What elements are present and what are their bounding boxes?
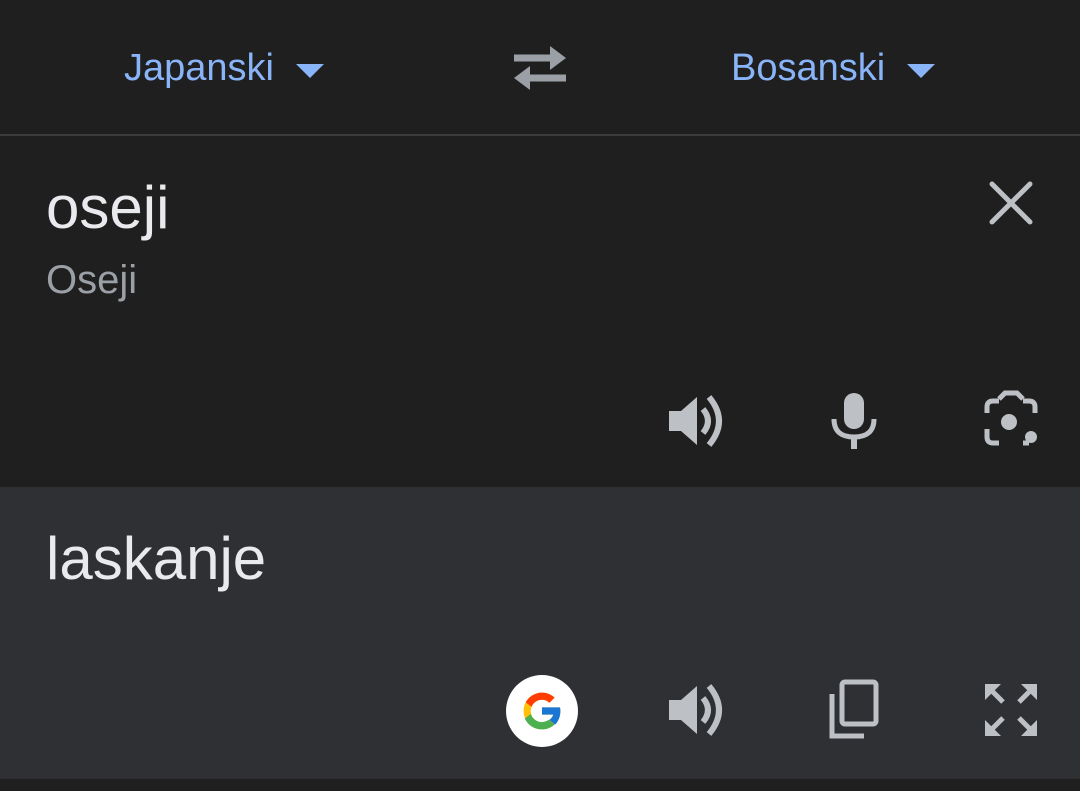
camera-lens-icon: [984, 390, 1038, 446]
swap-arrows-icon: [514, 46, 566, 90]
fullscreen-icon: [985, 684, 1037, 736]
caret-down-icon: [907, 64, 936, 78]
fullscreen-button[interactable]: [979, 678, 1043, 742]
clear-input-button[interactable]: [982, 174, 1040, 232]
google-logo-icon: [523, 692, 562, 730]
camera-translate-button[interactable]: [979, 389, 1043, 453]
swap-languages-button[interactable]: [508, 40, 572, 92]
target-language-label: Bosanski: [731, 46, 886, 89]
speaker-icon: [669, 684, 722, 736]
target-language-selector[interactable]: Bosanski: [731, 44, 936, 92]
source-transliteration: Oseji: [46, 258, 138, 302]
microphone-icon: [831, 393, 877, 449]
copy-icon: [829, 679, 879, 739]
input-panel: oseji Oseji: [0, 136, 1080, 487]
listen-translation-button[interactable]: [665, 678, 729, 742]
translated-text: laskanje: [46, 525, 267, 592]
google-logo-button[interactable]: [506, 675, 578, 747]
listen-source-button[interactable]: [665, 389, 729, 453]
voice-input-button[interactable]: [822, 389, 886, 453]
close-icon: [989, 181, 1033, 225]
copy-translation-button[interactable]: [822, 678, 886, 742]
source-text[interactable]: oseji: [46, 178, 169, 238]
output-panel: laskanje: [0, 487, 1080, 779]
bottom-divider: [0, 779, 1080, 791]
caret-down-icon: [295, 64, 324, 78]
source-language-label: Japanski: [124, 46, 274, 89]
source-language-selector[interactable]: Japanski: [124, 44, 324, 92]
language-bar: Japanski Bosanski: [0, 0, 1080, 136]
speaker-icon: [669, 395, 722, 447]
